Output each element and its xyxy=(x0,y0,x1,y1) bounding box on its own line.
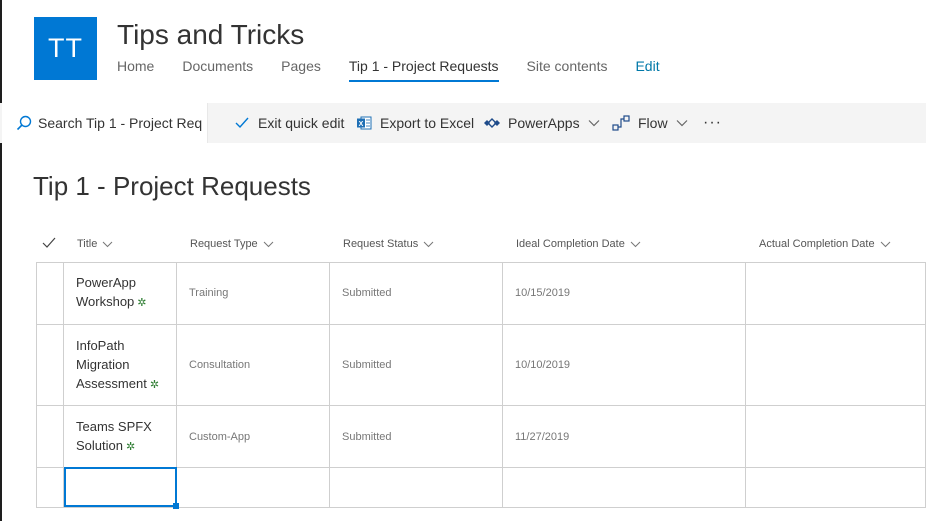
excel-icon: X xyxy=(356,115,372,131)
export-to-excel-label: Export to Excel xyxy=(380,115,475,131)
title-line: Assessment xyxy=(76,375,147,391)
exit-quick-edit-label: Exit quick edit xyxy=(258,115,345,131)
window-edge xyxy=(0,0,2,521)
nav-pages[interactable]: Pages xyxy=(281,58,321,82)
table-row: InfoPath Migration Assessment ✲ Consultat… xyxy=(36,325,926,406)
column-header-label: Actual Completion Date xyxy=(759,238,875,250)
title-line: Teams SPFX xyxy=(76,418,152,434)
chevron-down-icon xyxy=(423,241,434,247)
actual-completion-date-cell[interactable] xyxy=(746,262,926,325)
new-item-icon: ✲ xyxy=(125,440,136,453)
export-to-excel-button[interactable]: X Export to Excel xyxy=(356,103,474,143)
row-select-cell[interactable] xyxy=(36,406,64,468)
active-cell-focus[interactable] xyxy=(64,467,179,509)
chevron-down-icon xyxy=(103,241,113,247)
search-box[interactable] xyxy=(2,103,208,143)
column-header-title[interactable]: Title xyxy=(77,238,113,250)
row-select-cell[interactable] xyxy=(36,262,64,325)
row-select-cell[interactable] xyxy=(36,468,64,508)
powerapps-label: PowerApps xyxy=(508,115,580,131)
nav-site-contents[interactable]: Site contents xyxy=(527,58,608,82)
chevron-down-icon xyxy=(263,241,274,247)
site-logo[interactable]: TT xyxy=(34,17,97,80)
command-bar: Exit quick edit X Export to Excel PowerA… xyxy=(0,103,926,143)
flow-icon xyxy=(612,115,630,131)
title-cell[interactable]: Teams SPFX Solution ✲ xyxy=(64,406,177,468)
ideal-completion-date-cell[interactable]: 10/15/2019 xyxy=(503,262,746,325)
nav-documents[interactable]: Documents xyxy=(182,58,253,82)
column-header-ideal-completion-date[interactable]: Ideal Completion Date xyxy=(516,238,641,250)
request-status-cell[interactable]: Submitted xyxy=(330,406,503,468)
search-input[interactable] xyxy=(38,115,203,131)
title-cell[interactable]: PowerApp Workshop ✲ xyxy=(64,262,177,325)
request-type-cell[interactable]: Training xyxy=(177,262,330,325)
column-header-label: Request Type xyxy=(190,238,258,250)
site-navigation: Home Documents Pages Tip 1 - Project Req… xyxy=(117,58,688,82)
powerapps-icon xyxy=(484,117,500,129)
title-cell[interactable]: InfoPath Migration Assessment ✲ xyxy=(64,325,177,406)
column-header-label: Title xyxy=(77,238,98,250)
request-status-cell[interactable]: Submitted xyxy=(330,262,503,325)
new-item-icon: ✲ xyxy=(137,297,147,309)
fill-handle[interactable] xyxy=(173,503,179,509)
title-line: InfoPath xyxy=(76,337,125,353)
ideal-completion-date-cell[interactable] xyxy=(503,468,746,508)
chevron-down-icon xyxy=(588,119,600,127)
request-type-cell[interactable] xyxy=(177,468,330,508)
page-title: Tip 1 - Project Requests xyxy=(33,171,311,201)
powerapps-menu-button[interactable]: PowerApps xyxy=(484,103,600,143)
table-row: PowerApp Workshop ✲ Training Submitted 10… xyxy=(36,262,926,325)
column-header-label: Request Status xyxy=(343,238,419,250)
title-line: PowerApp xyxy=(76,275,136,290)
column-header-actual-completion-date[interactable]: Actual Completion Date xyxy=(759,238,891,250)
ideal-completion-date-cell[interactable]: 10/10/2019 xyxy=(503,325,746,406)
column-header-label: Ideal Completion Date xyxy=(516,238,625,250)
title-line: Solution xyxy=(76,437,123,453)
ideal-completion-date-cell[interactable]: 11/27/2019 xyxy=(503,406,746,468)
request-type-cell[interactable]: Custom-App xyxy=(177,406,330,468)
chevron-down-icon xyxy=(880,241,890,247)
exit-quick-edit-button[interactable]: Exit quick edit xyxy=(234,103,344,143)
site-title[interactable]: Tips and Tricks xyxy=(117,19,304,51)
checkmark-icon xyxy=(234,116,250,130)
actual-completion-date-cell[interactable] xyxy=(746,406,926,468)
actual-completion-date-cell[interactable] xyxy=(746,325,926,406)
request-status-cell[interactable] xyxy=(330,468,503,508)
svg-text:X: X xyxy=(359,121,364,128)
more-options-button[interactable]: ··· xyxy=(703,103,722,143)
flow-label: Flow xyxy=(638,115,668,131)
column-header-request-type[interactable]: Request Type xyxy=(190,238,274,250)
table-row: Teams SPFX Solution ✲ Custom-App Submitte… xyxy=(36,406,926,468)
nav-edit-link[interactable]: Edit xyxy=(635,58,659,82)
search-icon xyxy=(16,115,32,131)
request-type-cell[interactable]: Consultation xyxy=(177,325,330,406)
new-item-icon: ✲ xyxy=(149,378,160,391)
request-status-cell[interactable]: Submitted xyxy=(330,325,503,406)
actual-completion-date-cell[interactable] xyxy=(746,468,926,508)
column-header-request-status[interactable]: Request Status xyxy=(343,238,434,250)
flow-menu-button[interactable]: Flow xyxy=(612,103,688,143)
nav-tip1-project-requests[interactable]: Tip 1 - Project Requests xyxy=(348,58,499,82)
title-line: Migration xyxy=(76,356,130,372)
title-line: Workshop xyxy=(76,294,135,309)
nav-home[interactable]: Home xyxy=(117,58,154,82)
select-all-checkmark-icon[interactable] xyxy=(42,236,56,254)
row-select-cell[interactable] xyxy=(36,325,64,406)
chevron-down-icon xyxy=(630,241,641,247)
chevron-down-icon xyxy=(676,119,688,127)
